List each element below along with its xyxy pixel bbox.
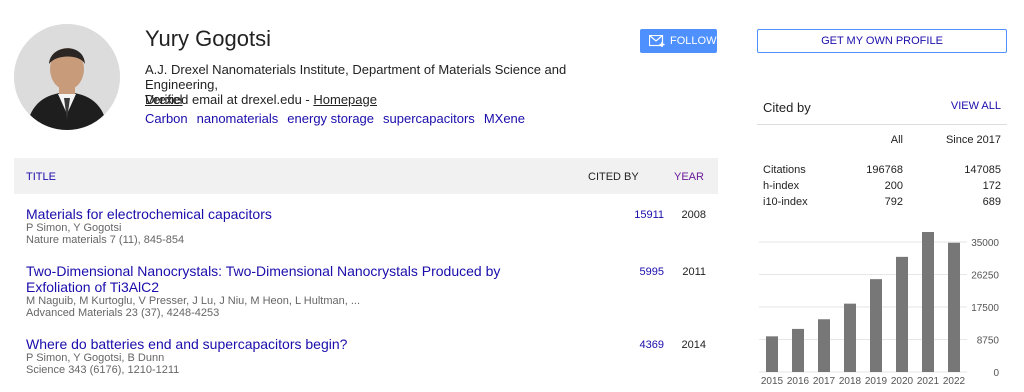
metric-all: 196768 bbox=[866, 164, 903, 176]
citation-bar bbox=[922, 232, 934, 372]
email-text: Verified email at drexel.edu - bbox=[145, 92, 314, 107]
x-tick-label: 2022 bbox=[943, 376, 966, 387]
metric-label[interactable]: h-index bbox=[763, 180, 843, 192]
metric-since: 172 bbox=[982, 180, 1001, 192]
metric-label[interactable]: i10-index bbox=[763, 196, 843, 208]
citation-stats-table: All Since 2017 Citations 196768 147085 h… bbox=[763, 132, 1001, 210]
metric-all: 792 bbox=[884, 196, 903, 208]
homepage-link[interactable]: Homepage bbox=[313, 92, 377, 107]
citation-bar bbox=[844, 303, 856, 372]
citation-bar bbox=[948, 242, 960, 372]
stats-header-row: All Since 2017 bbox=[763, 132, 1001, 148]
x-tick-label: 2019 bbox=[865, 376, 888, 387]
x-tick-label: 2015 bbox=[761, 376, 784, 387]
metric-all: 200 bbox=[884, 180, 903, 192]
citation-bar bbox=[792, 328, 804, 372]
paper-venue: Advanced Materials 23 (37), 4248-4253 bbox=[26, 307, 220, 319]
stats-row: Citations 196768 147085 bbox=[763, 162, 1001, 178]
paper-title[interactable]: Materials for electrochemical capacitors bbox=[26, 206, 566, 222]
paper-year: 2011 bbox=[682, 266, 706, 278]
paper-year: 2014 bbox=[681, 339, 706, 351]
metric-since: 147085 bbox=[964, 164, 1001, 176]
paper-venue: Nature materials 7 (11), 845-854 bbox=[26, 234, 185, 246]
citations-per-year-chart: 35000 26250 17500 8750 0 2015 2016 2017 2018 2019… bbox=[759, 232, 1000, 387]
citation-bar bbox=[896, 256, 908, 372]
profile-name: Yury Gogotsi bbox=[145, 26, 271, 51]
table-row: Where do batteries end and supercapacito… bbox=[26, 336, 726, 376]
research-interests: Carbon nanomaterials energy storage supe… bbox=[145, 111, 525, 126]
y-tick-label: 8750 bbox=[977, 336, 1000, 347]
paper-authors: M Naguib, M Kurtoglu, V Presser, J Lu, J… bbox=[26, 295, 361, 307]
x-tick-label: 2017 bbox=[813, 376, 836, 387]
sort-by-cited[interactable]: CITED BY bbox=[588, 171, 639, 183]
cited-by-heading: Cited by bbox=[763, 100, 811, 115]
metric-label[interactable]: Citations bbox=[763, 164, 843, 176]
x-tick-label: 2021 bbox=[917, 376, 940, 387]
mail-icon bbox=[649, 35, 665, 47]
y-tick-label: 26250 bbox=[971, 271, 999, 282]
paper-venue: Science 343 (6176), 1210-1211 bbox=[26, 364, 180, 376]
affiliation-text: A.J. Drexel Nanomaterials Institute, Dep… bbox=[145, 62, 567, 92]
verified-email: Verified email at drexel.edu - Homepage bbox=[145, 92, 377, 107]
x-tick-label: 2018 bbox=[839, 376, 862, 387]
paper-title[interactable]: Two-Dimensional Nanocrystals: Two-Dimens… bbox=[26, 263, 566, 295]
interest-link[interactable]: supercapacitors bbox=[383, 111, 475, 126]
col-all-header: All bbox=[890, 134, 903, 146]
y-tick-label: 17500 bbox=[971, 303, 999, 314]
x-tick-label: 2016 bbox=[787, 376, 810, 387]
paper-title[interactable]: Where do batteries end and supercapacito… bbox=[26, 336, 566, 352]
paper-authors: P Simon, Y Gogotsi, B Dunn bbox=[26, 352, 165, 364]
sort-by-year[interactable]: YEAR bbox=[674, 171, 704, 183]
divider bbox=[757, 124, 1007, 125]
sort-by-title[interactable]: TITLE bbox=[26, 171, 56, 183]
cited-count[interactable]: 4369 bbox=[608, 339, 664, 351]
profile-photo bbox=[14, 24, 120, 130]
cited-count[interactable]: 15911 bbox=[608, 209, 664, 221]
col-since-header: Since 2017 bbox=[945, 134, 1001, 146]
get-own-profile-button[interactable]: GET MY OWN PROFILE bbox=[757, 29, 1007, 53]
table-row: Two-Dimensional Nanocrystals: Two-Dimens… bbox=[26, 263, 726, 319]
citation-bar bbox=[870, 279, 882, 372]
citation-bar bbox=[818, 319, 830, 372]
paper-year: 2008 bbox=[681, 209, 706, 221]
y-tick-label: 0 bbox=[993, 368, 999, 379]
cited-count[interactable]: 5995 bbox=[608, 266, 664, 278]
interest-link[interactable]: energy storage bbox=[287, 111, 374, 126]
citation-bar bbox=[766, 336, 778, 372]
table-row: Materials for electrochemical capacitors… bbox=[26, 206, 726, 246]
x-tick-label: 2020 bbox=[891, 376, 914, 387]
stats-row: h-index 200 172 bbox=[763, 178, 1001, 194]
y-tick-label: 35000 bbox=[971, 238, 999, 249]
interest-link[interactable]: nanomaterials bbox=[197, 111, 279, 126]
interest-link[interactable]: MXene bbox=[484, 111, 525, 126]
paper-authors: P Simon, Y Gogotsi bbox=[26, 222, 122, 234]
view-all-link[interactable]: VIEW ALL bbox=[949, 100, 1001, 112]
interest-link[interactable]: Carbon bbox=[145, 111, 188, 126]
stats-row: i10-index 792 689 bbox=[763, 194, 1001, 210]
follow-button[interactable]: FOLLOW bbox=[640, 29, 717, 53]
metric-since: 689 bbox=[982, 196, 1001, 208]
follow-label: FOLLOW bbox=[670, 35, 717, 47]
table-header: TITLE CITED BY YEAR bbox=[14, 158, 718, 194]
